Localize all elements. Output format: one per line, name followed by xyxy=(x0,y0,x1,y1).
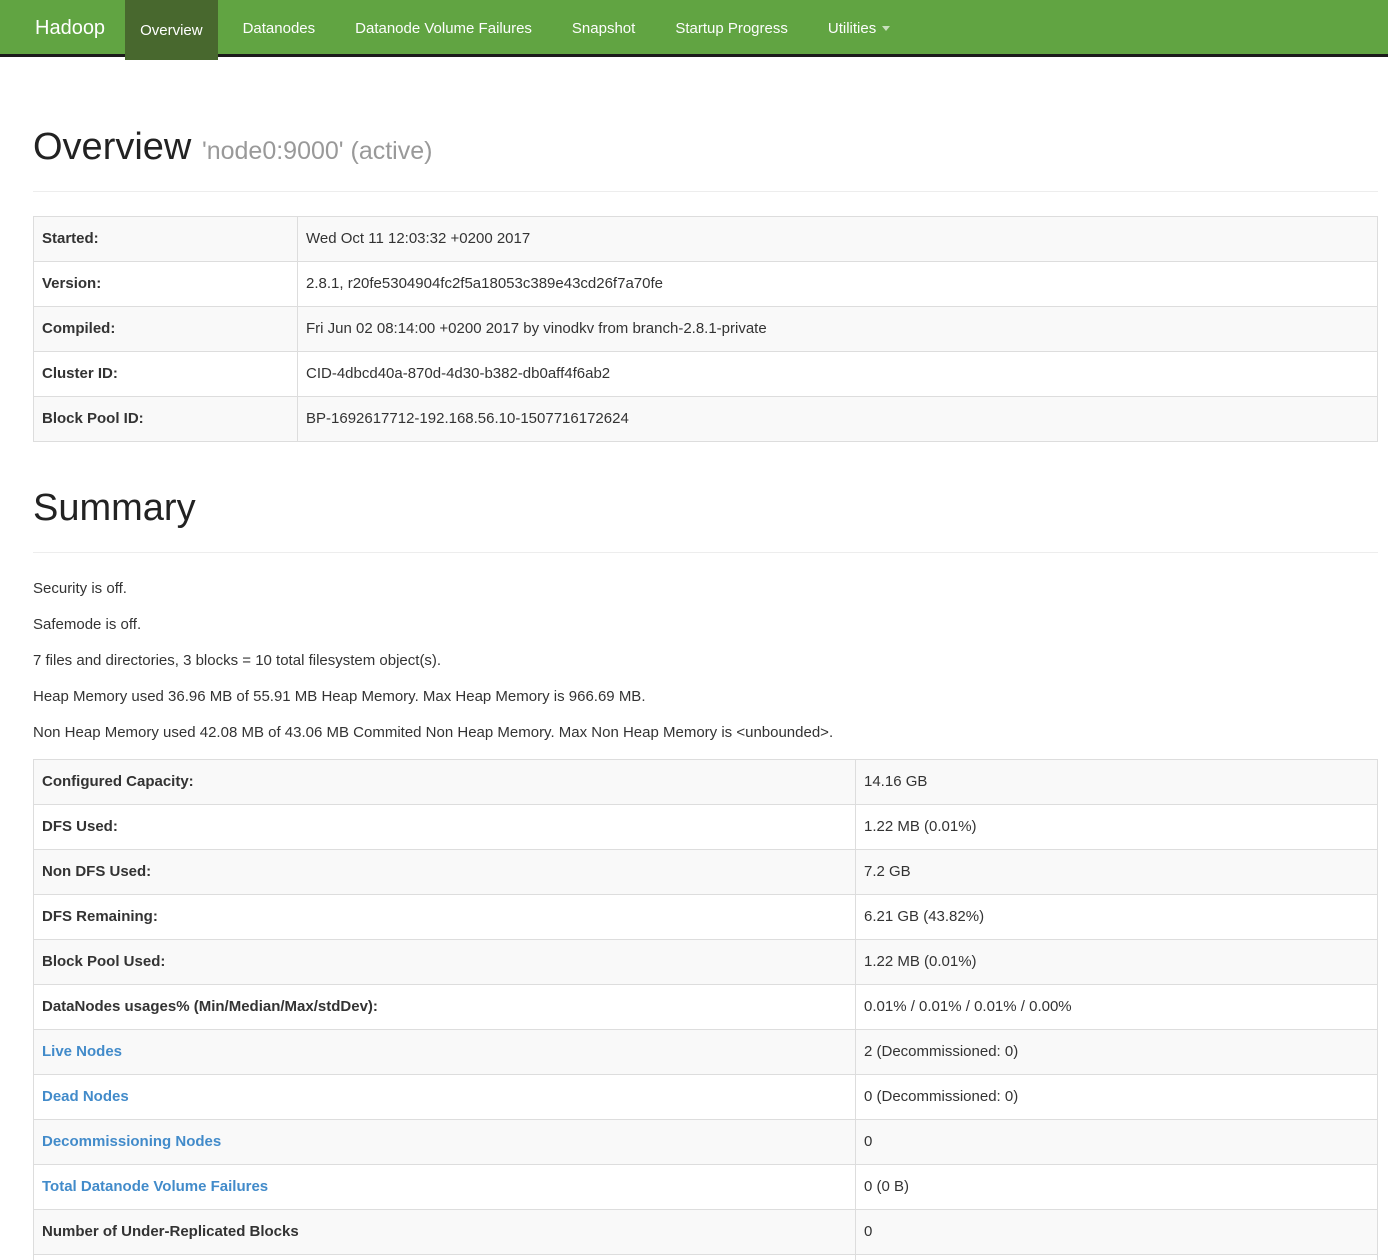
table-row: Decommissioning Nodes 0 xyxy=(34,1119,1378,1164)
row-value: BP-1692617712-192.168.56.10-150771617262… xyxy=(298,396,1378,441)
row-label: Total Datanode Volume Failures xyxy=(34,1164,856,1209)
table-row: Started: Wed Oct 11 12:03:32 +0200 2017 xyxy=(34,216,1378,261)
table-row: Non DFS Used: 7.2 GB xyxy=(34,849,1378,894)
row-label: Non DFS Used: xyxy=(34,849,856,894)
table-row: Configured Capacity: 14.16 GB xyxy=(34,759,1378,804)
row-value: Wed Oct 11 12:03:32 +0200 2017 xyxy=(298,216,1378,261)
row-value: 0 (0 B) xyxy=(856,1164,1378,1209)
row-label: Started: xyxy=(34,216,298,261)
table-row: Number of Blocks Pending Deletion 0 xyxy=(34,1254,1378,1260)
table-row: Compiled: Fri Jun 02 08:14:00 +0200 2017… xyxy=(34,306,1378,351)
safemode-status-text: Safemode is off. xyxy=(33,615,1378,635)
row-label: Cluster ID: xyxy=(34,351,298,396)
app-brand[interactable]: Hadoop xyxy=(35,0,105,57)
row-value: 0 xyxy=(856,1119,1378,1164)
row-label: Number of Under-Replicated Blocks xyxy=(34,1209,856,1254)
summary-status-block: Security is off. Safemode is off. 7 file… xyxy=(33,579,1378,743)
row-value: 6.21 GB (43.82%) xyxy=(856,894,1378,939)
nav-tab-datanode-volume-failures[interactable]: Datanode Volume Failures xyxy=(340,0,547,57)
heap-memory-text: Heap Memory used 36.96 MB of 55.91 MB He… xyxy=(33,687,1378,707)
nav-tab-startup-progress[interactable]: Startup Progress xyxy=(660,0,803,57)
row-value: 0 xyxy=(856,1209,1378,1254)
page-title-text: Overview xyxy=(33,126,191,168)
summary-table: Configured Capacity: 14.16 GB DFS Used: … xyxy=(33,759,1378,1260)
row-value: Fri Jun 02 08:14:00 +0200 2017 by vinodk… xyxy=(298,306,1378,351)
row-value: 1.22 MB (0.01%) xyxy=(856,804,1378,849)
top-navbar: Hadoop Overview Datanodes Datanode Volum… xyxy=(0,0,1388,57)
nav-tab-utilities-label: Utilities xyxy=(828,20,876,37)
row-label: Block Pool ID: xyxy=(34,396,298,441)
table-row: Cluster ID: CID-4dbcd40a-870d-4d30-b382-… xyxy=(34,351,1378,396)
table-row: Number of Under-Replicated Blocks 0 xyxy=(34,1209,1378,1254)
row-value: 0.01% / 0.01% / 0.01% / 0.00% xyxy=(856,984,1378,1029)
nav-tab-utilities-dropdown[interactable]: Utilities xyxy=(813,0,905,57)
page-content: Overview 'node0:9000' (active) Started: … xyxy=(33,127,1378,1260)
row-value: 1.22 MB (0.01%) xyxy=(856,939,1378,984)
main-nav: Overview Datanodes Datanode Volume Failu… xyxy=(125,0,915,57)
row-value: 2 (Decommissioned: 0) xyxy=(856,1029,1378,1074)
row-label: Configured Capacity: xyxy=(34,759,856,804)
row-value: CID-4dbcd40a-870d-4d30-b382-db0aff4f6ab2 xyxy=(298,351,1378,396)
row-label: Version: xyxy=(34,261,298,306)
table-row: DFS Used: 1.22 MB (0.01%) xyxy=(34,804,1378,849)
row-label: Dead Nodes xyxy=(34,1074,856,1119)
row-value: 2.8.1, r20fe5304904fc2f5a18053c389e43cd2… xyxy=(298,261,1378,306)
page-title-subtitle: 'node0:9000' (active) xyxy=(202,137,433,165)
table-row: Block Pool Used: 1.22 MB (0.01%) xyxy=(34,939,1378,984)
overview-header: Overview 'node0:9000' (active) xyxy=(33,127,1378,192)
nav-tab-datanodes[interactable]: Datanodes xyxy=(228,0,331,57)
row-value: 7.2 GB xyxy=(856,849,1378,894)
table-row: DataNodes usages% (Min/Median/Max/stdDev… xyxy=(34,984,1378,1029)
row-value: 0 xyxy=(856,1254,1378,1260)
table-row: DFS Remaining: 6.21 GB (43.82%) xyxy=(34,894,1378,939)
non-heap-memory-text: Non Heap Memory used 42.08 MB of 43.06 M… xyxy=(33,723,1378,743)
table-row: Total Datanode Volume Failures 0 (0 B) xyxy=(34,1164,1378,1209)
row-label: DFS Used: xyxy=(34,804,856,849)
table-row: Live Nodes 2 (Decommissioned: 0) xyxy=(34,1029,1378,1074)
table-row: Version: 2.8.1, r20fe5304904fc2f5a18053c… xyxy=(34,261,1378,306)
table-row: Block Pool ID: BP-1692617712-192.168.56.… xyxy=(34,396,1378,441)
row-label: DFS Remaining: xyxy=(34,894,856,939)
row-label: Block Pool Used: xyxy=(34,939,856,984)
page-title: Overview 'node0:9000' (active) xyxy=(33,127,1378,169)
table-row: Dead Nodes 0 (Decommissioned: 0) xyxy=(34,1074,1378,1119)
row-label: Live Nodes xyxy=(34,1029,856,1074)
row-label: Number of Blocks Pending Deletion xyxy=(34,1254,856,1260)
row-value: 0 (Decommissioned: 0) xyxy=(856,1074,1378,1119)
row-value: 14.16 GB xyxy=(856,759,1378,804)
summary-title: Summary xyxy=(33,488,1378,530)
dead-nodes-link[interactable]: Dead Nodes xyxy=(42,1088,129,1105)
nav-tab-overview[interactable]: Overview xyxy=(125,0,218,60)
row-label: Compiled: xyxy=(34,306,298,351)
chevron-down-icon xyxy=(882,26,890,31)
security-status-text: Security is off. xyxy=(33,579,1378,599)
filesystem-objects-text: 7 files and directories, 3 blocks = 10 t… xyxy=(33,651,1378,671)
total-datanode-volume-failures-link[interactable]: Total Datanode Volume Failures xyxy=(42,1178,268,1195)
summary-header: Summary xyxy=(33,488,1378,553)
decommissioning-nodes-link[interactable]: Decommissioning Nodes xyxy=(42,1133,221,1150)
overview-table: Started: Wed Oct 11 12:03:32 +0200 2017 … xyxy=(33,216,1378,442)
nav-tab-snapshot[interactable]: Snapshot xyxy=(557,0,650,57)
row-label: Decommissioning Nodes xyxy=(34,1119,856,1164)
live-nodes-link[interactable]: Live Nodes xyxy=(42,1043,122,1060)
row-label: DataNodes usages% (Min/Median/Max/stdDev… xyxy=(34,984,856,1029)
